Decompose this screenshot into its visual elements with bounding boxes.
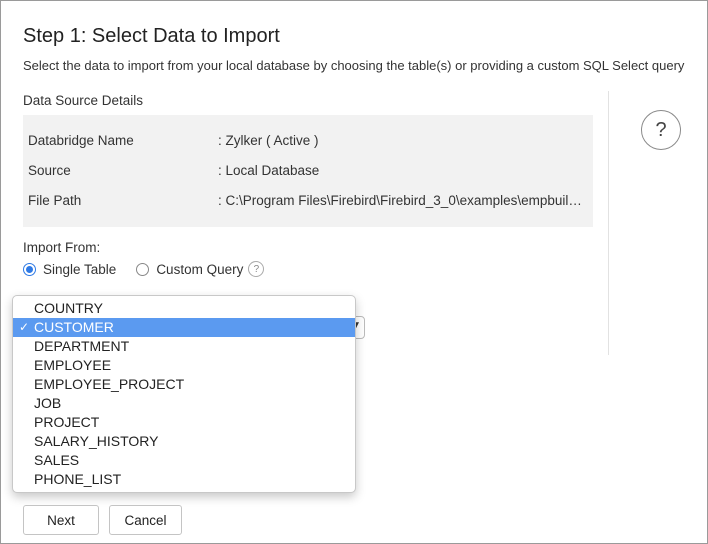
table-option-salary-history[interactable]: SALARY_HISTORY — [13, 432, 355, 451]
table-option-sales[interactable]: SALES — [13, 451, 355, 470]
table-option-customer[interactable]: ✓ CUSTOMER — [13, 318, 355, 337]
help-icon[interactable]: ? — [641, 110, 681, 150]
table-option-employee-project[interactable]: EMPLOYEE_PROJECT — [13, 375, 355, 394]
custom-query-help-icon[interactable]: ? — [248, 261, 265, 277]
cancel-button[interactable]: Cancel — [109, 505, 182, 535]
page-subtitle: Select the data to import from your loca… — [23, 58, 685, 73]
detail-label: Databridge Name — [28, 133, 134, 148]
single-table-radio[interactable] — [23, 262, 36, 276]
import-from-options: Single Table Custom Query ? — [23, 260, 265, 278]
table-dropdown-menu: COUNTRY ✓ CUSTOMER DEPARTMENT EMPLOYEE EM… — [12, 295, 356, 493]
import-from-label: Import From: — [23, 240, 101, 255]
detail-value: : Local Database — [218, 163, 320, 178]
custom-query-label[interactable]: Custom Query — [156, 262, 243, 277]
import-dialog: Step 1: Select Data to Import Select the… — [0, 0, 708, 544]
table-option-project[interactable]: PROJECT — [13, 413, 355, 432]
detail-value: : Zylker ( Active ) — [218, 133, 319, 148]
page-title: Step 1: Select Data to Import — [23, 25, 280, 47]
check-icon: ✓ — [19, 320, 30, 334]
table-option-phone-list[interactable]: PHONE_LIST — [13, 470, 355, 489]
table-option-employee[interactable]: EMPLOYEE — [13, 356, 355, 375]
detail-label: File Path — [28, 193, 82, 208]
detail-label: Source — [28, 163, 71, 178]
table-option-country[interactable]: COUNTRY — [13, 299, 355, 318]
vertical-divider — [608, 91, 609, 355]
table-option-job[interactable]: JOB — [13, 394, 355, 413]
single-table-label[interactable]: Single Table — [43, 262, 116, 277]
next-button[interactable]: Next — [23, 505, 99, 535]
data-source-details-panel: Databridge Name : Zylker ( Active ) Sour… — [23, 115, 593, 227]
table-option-department[interactable]: DEPARTMENT — [13, 337, 355, 356]
custom-query-radio[interactable] — [136, 262, 150, 276]
detail-value: : C:\Program Files\Firebird\Firebird_3_0… — [218, 193, 583, 208]
data-source-section-label: Data Source Details — [23, 93, 144, 108]
